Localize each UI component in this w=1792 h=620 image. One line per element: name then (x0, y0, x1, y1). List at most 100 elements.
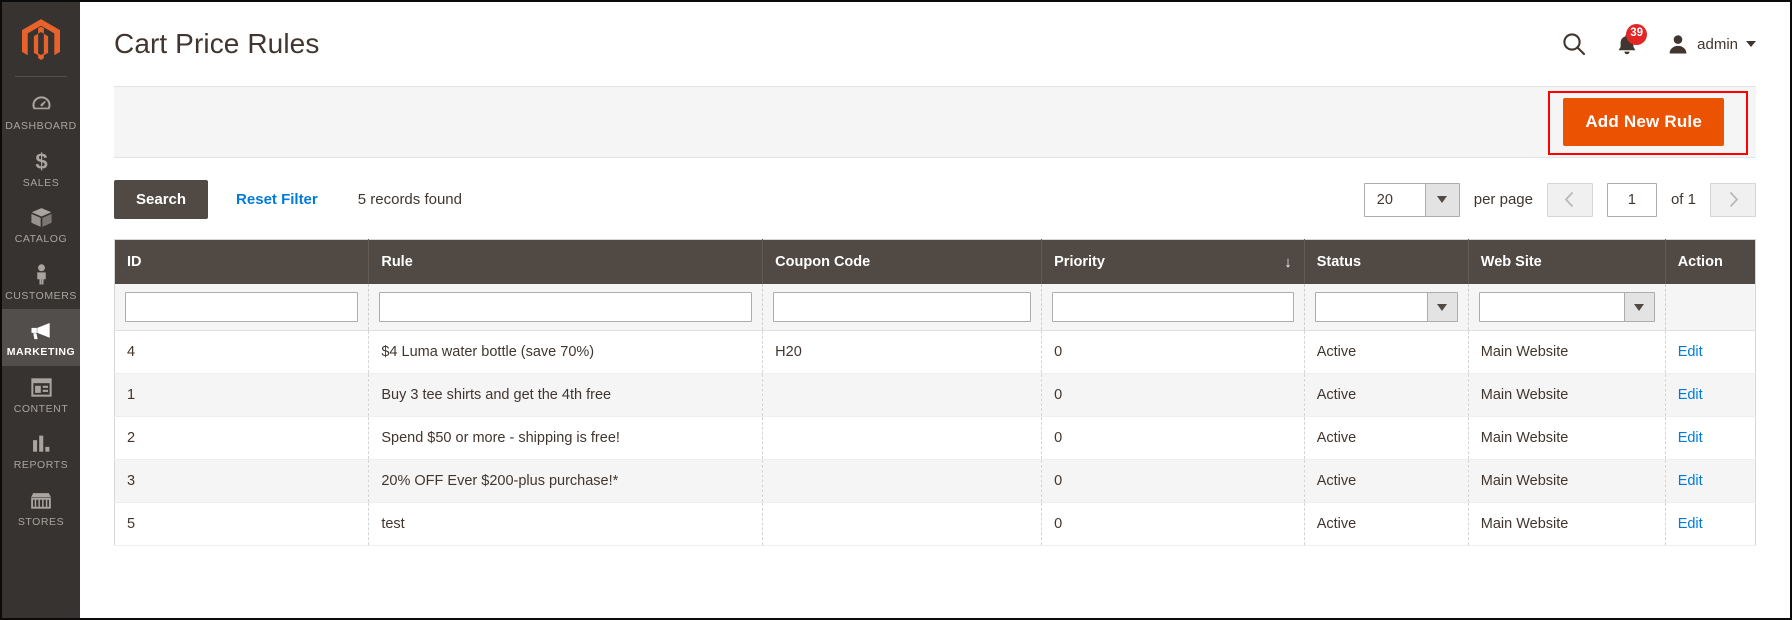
cell-website: Main Website (1468, 330, 1666, 374)
edit-link[interactable]: Edit (1678, 344, 1703, 360)
cell-id: 4 (114, 330, 370, 374)
filter-input-coupon-code[interactable] (773, 292, 1032, 322)
previous-page-button[interactable] (1546, 182, 1593, 217)
total-pages-label: of 1 (1670, 191, 1696, 208)
grid-header-coupon[interactable]: Coupon Code (762, 239, 1043, 284)
cell-status: Active (1304, 459, 1469, 503)
cell-rule: test (368, 502, 764, 546)
chevron-right-icon (1729, 191, 1738, 208)
dollar-sign-icon: $ (29, 149, 54, 174)
filter-input-id[interactable] (125, 292, 359, 322)
magento-logo[interactable] (2, 8, 80, 74)
filter-select-website-value (1480, 293, 1624, 321)
sidebar-item-label: DASHBOARD (5, 120, 77, 132)
per-page-select[interactable]: 20 (1363, 182, 1460, 217)
magento-logo-icon (22, 19, 60, 60)
sidebar-item-label: CUSTOMERS (5, 289, 77, 302)
cell-priority: 0 (1041, 502, 1305, 546)
sidebar-item-label: MARKETING (6, 346, 76, 358)
cell-priority: 0 (1041, 330, 1305, 374)
grid-header-label: ID (127, 254, 142, 270)
cell-action: Edit (1665, 373, 1756, 417)
filter-select-website[interactable] (1478, 292, 1655, 322)
sidebar-item-content[interactable]: CONTENT (2, 366, 80, 423)
grid-header-action[interactable]: Action (1665, 239, 1756, 284)
cell-website: Main Website (1468, 502, 1666, 546)
grid-header-label: Rule (381, 254, 413, 270)
grid-header-website[interactable]: Web Site (1468, 239, 1666, 284)
table-row[interactable]: 4 $4 Luma water bottle (save 70%) H20 0 Acti… (114, 330, 1756, 374)
filter-cell-status (1304, 284, 1469, 331)
chevron-left-icon (1565, 191, 1574, 208)
storefront-icon (28, 488, 54, 513)
grid-header-id[interactable]: ID (114, 239, 370, 284)
edit-link[interactable]: Edit (1678, 387, 1703, 403)
grid-filter-row (114, 284, 1756, 331)
sidebar-item-marketing[interactable]: MARKETING (2, 309, 80, 366)
chevron-down-icon (1424, 183, 1459, 216)
cell-action: Edit (1665, 416, 1756, 460)
sidebar-item-label: SALES (22, 176, 60, 189)
grid-header-status[interactable]: Status (1304, 239, 1469, 284)
page-header: Cart Price Rules 39 admin (80, 2, 1790, 86)
pagination-controls: 20 per page of 1 (1363, 182, 1756, 217)
filter-cell-website (1468, 284, 1666, 331)
cell-id: 5 (114, 502, 370, 546)
chevron-down-icon (1623, 293, 1654, 321)
header-actions: 39 admin (1561, 23, 1756, 57)
bar-chart-icon (29, 431, 54, 456)
cell-status: Active (1304, 330, 1469, 374)
records-found-label: 5 records found (357, 191, 462, 208)
cell-rule: Spend $50 or more - shipping is free! (368, 416, 764, 460)
sidebar-item-sales[interactable]: $ SALES (2, 140, 80, 197)
account-menu[interactable]: admin (1667, 33, 1756, 55)
table-row[interactable]: 5 test 0 Active Main Website Edit (114, 502, 1756, 546)
edit-link[interactable]: Edit (1678, 516, 1703, 532)
sidebar-item-reports[interactable]: REPORTS (2, 422, 80, 479)
cell-coupon (762, 416, 1043, 460)
sort-descending-icon: ↓ (1284, 253, 1292, 271)
grid-header-priority[interactable]: Priority ↓ (1041, 239, 1305, 284)
filter-input-priority[interactable] (1052, 292, 1294, 322)
table-row[interactable]: 1 Buy 3 tee shirts and get the 4th free 0 A… (114, 373, 1756, 417)
next-page-button[interactable] (1710, 182, 1756, 217)
page-number-input[interactable] (1606, 182, 1657, 217)
sidebar-item-customers[interactable]: CUSTOMERS (2, 253, 80, 310)
search-button[interactable]: Search (114, 180, 209, 219)
cell-rule: Buy 3 tee shirts and get the 4th free (368, 373, 764, 417)
cell-action: Edit (1665, 502, 1756, 546)
cell-priority: 0 (1041, 459, 1305, 503)
search-icon[interactable] (1561, 31, 1587, 57)
cell-priority: 0 (1041, 373, 1305, 417)
cell-website: Main Website (1468, 459, 1666, 503)
grid-body: 4 $4 Luma water bottle (save 70%) H20 0 Acti… (114, 284, 1756, 546)
sidebar-item-label: CATALOG (14, 233, 68, 245)
table-row[interactable]: 3 20% OFF Ever $200-plus purchase!* 0 Activ… (114, 459, 1756, 503)
grid-header-label: Priority (1054, 254, 1105, 270)
grid-header-label: Status (1316, 254, 1362, 270)
sidebar-item-label: STORES (17, 515, 65, 528)
notification-count-badge: 39 (1626, 23, 1648, 45)
cell-id: 1 (114, 373, 370, 417)
sidebar-item-dashboard[interactable]: DASHBOARD (2, 83, 80, 140)
cell-status: Active (1304, 502, 1469, 546)
notifications-bell[interactable]: 39 (1615, 23, 1648, 57)
box-icon (29, 205, 54, 230)
page-title: Cart Price Rules (114, 28, 320, 59)
edit-link[interactable]: Edit (1678, 473, 1703, 489)
edit-link[interactable]: Edit (1678, 430, 1703, 446)
reset-filter-link[interactable]: Reset Filter (236, 191, 318, 208)
cart-price-rules-grid: ID Rule Coupon Code Priority ↓ Status Web Site… (114, 239, 1756, 546)
add-new-rule-button[interactable]: Add New Rule (1563, 98, 1724, 146)
filter-input-rule[interactable] (379, 292, 753, 322)
grid-header-label: Action (1677, 254, 1723, 270)
cell-action: Edit (1665, 459, 1756, 503)
cell-coupon (762, 373, 1043, 417)
sidebar-item-catalog[interactable]: CATALOG (2, 196, 80, 253)
grid-header-rule[interactable]: Rule (368, 239, 764, 284)
sidebar-item-stores[interactable]: STORES (2, 479, 80, 536)
page-actions-bar: Add New Rule (114, 86, 1756, 158)
filter-select-status[interactable] (1314, 292, 1458, 322)
svg-text:$: $ (35, 149, 47, 174)
table-row[interactable]: 2 Spend $50 or more - shipping is free! 0 A… (114, 416, 1756, 460)
